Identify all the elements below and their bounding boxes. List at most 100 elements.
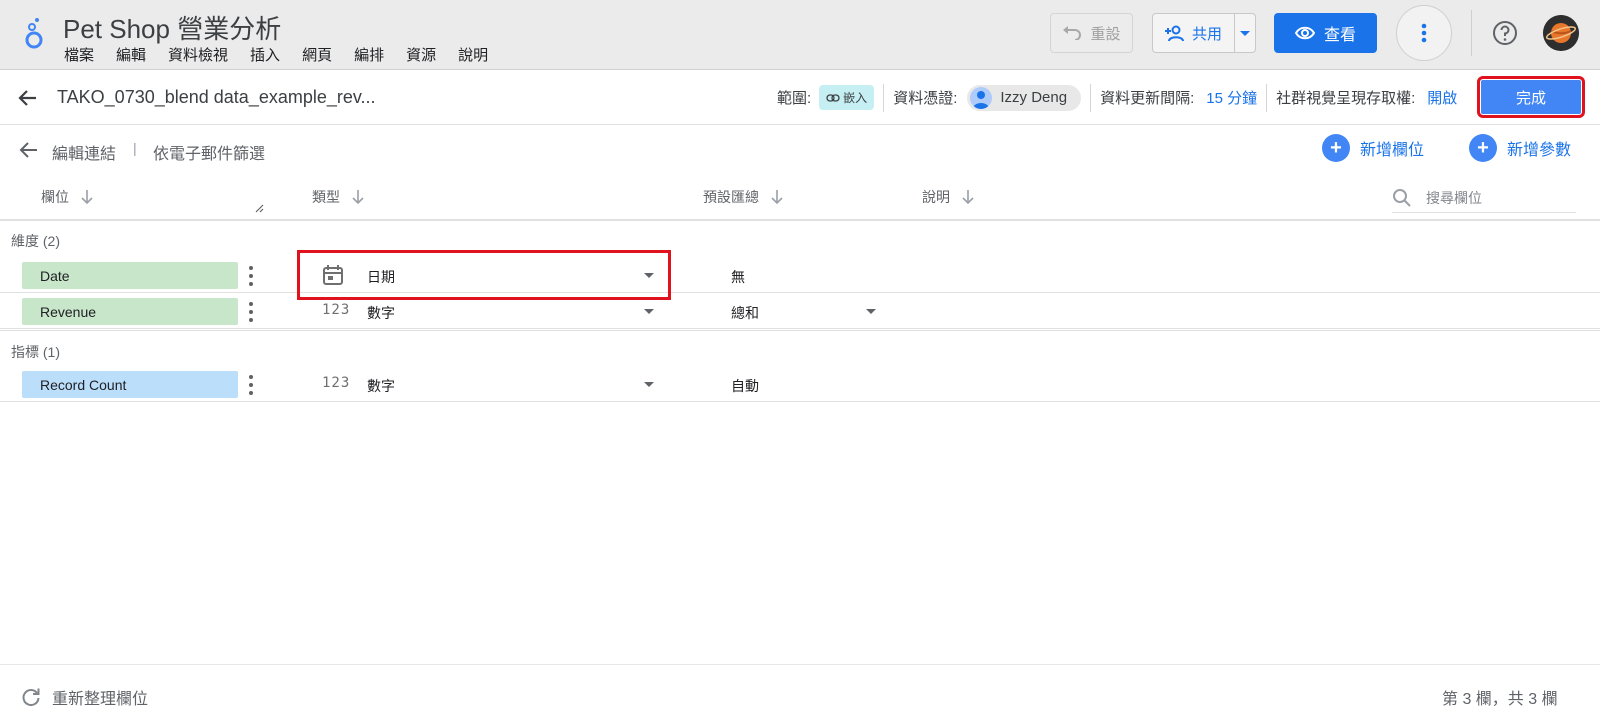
more-vert-icon[interactable] [248,302,254,322]
back-arrow-icon[interactable] [17,138,41,162]
scope-chip[interactable]: 嵌入 [819,85,875,110]
footer: 重新整理欄位 第 3 欄，共 3 欄 [0,664,1600,723]
planet-avatar-icon [1543,15,1579,51]
search-input[interactable]: 搜尋欄位 [1426,188,1482,208]
menu-item-arrange[interactable]: 編排 [354,44,384,65]
refresh-interval-value[interactable]: 15 分鐘 [1206,87,1257,108]
column-header-type-label: 類型 [312,189,340,205]
share-label: 共用 [1191,25,1222,43]
field-chip-record-count[interactable]: Record Count [22,371,238,398]
add-parameter-label: 新增參數 [1507,142,1572,159]
column-header-aggregation-label: 預設匯總 [703,189,759,205]
report-title[interactable]: Pet Shop 營業分析 [63,9,281,46]
share-dropdown[interactable] [1235,30,1255,36]
column-header-description-label: 說明 [922,189,950,205]
done-button[interactable]: 完成 [1477,76,1585,118]
filter-by-email-link[interactable]: 依電子郵件篩選 [153,140,265,164]
calendar-icon [323,265,343,285]
type-select-record-count[interactable]: 123 數字 [300,366,668,402]
aggregation-value: 自動 [731,378,759,394]
top-bar: Pet Shop 營業分析 檔案 編輯 資料檢視 插入 網頁 編排 資源 說明 … [0,0,1600,70]
table-row[interactable]: Date 日期 無 [0,250,1600,300]
refresh-fields-button[interactable]: 重新整理欄位 [21,685,148,709]
data-source-meta: 範圍: 嵌入 資料憑證: Izzy Deng 資料更新間隔: 15 分鐘 社群視… [777,70,1457,125]
refresh-icon [22,688,40,707]
share-button-group: 共用 [1152,13,1256,53]
chevron-down-icon [644,382,654,387]
chevron-down-icon [1240,30,1250,36]
arrow-down-icon [771,190,783,204]
arrow-down-icon [962,190,974,204]
share-button[interactable]: 共用 [1153,14,1235,52]
column-header-type[interactable]: 類型 [312,187,364,207]
menu-bar: 檔案 編輯 資料檢視 插入 網頁 編排 資源 說明 [64,44,510,65]
data-source-name[interactable]: TAKO_0730_blend data_example_rev... [57,87,376,108]
toolbar-divider [1471,10,1472,56]
search-icon [1393,188,1411,207]
menu-item-page[interactable]: 網頁 [302,44,332,65]
type-label: 日期 [367,269,395,285]
avatar[interactable] [1543,15,1579,51]
table-row[interactable]: Record Count 123 數字 自動 [0,366,1600,402]
more-options-button[interactable] [1396,5,1452,61]
help-icon[interactable] [1492,20,1518,46]
looker-studio-logo-icon[interactable] [22,16,48,50]
edit-connection-link[interactable]: 編輯連結 [52,140,116,164]
user-avatar-icon [970,86,993,109]
column-header-description[interactable]: 說明 [922,187,974,207]
chevron-down-icon [866,309,876,314]
view-label: 查看 [1323,27,1356,44]
view-button[interactable]: 查看 [1274,13,1377,53]
meta-divider [883,83,885,112]
type-label: 數字 [367,378,395,394]
field-chip-revenue[interactable]: Revenue [22,298,238,325]
undo-icon [1063,26,1082,40]
arrow-down-icon [352,190,364,204]
breadcrumb-separator: | [133,140,137,156]
meta-divider [1090,83,1092,112]
type-select-date[interactable]: 日期 [297,250,671,300]
reset-label: 重設 [1090,25,1121,43]
sub-bar: 編輯連結 | 依電子郵件篩選 + 新增欄位 + 新增參數 [0,126,1600,174]
back-arrow-icon[interactable] [16,86,40,110]
reset-button[interactable]: 重設 [1050,13,1133,53]
credential-user-name: Izzy Deng [1000,89,1068,106]
column-header-field[interactable]: 欄位 [41,187,93,207]
scope-chip-label: 嵌入 [843,91,868,105]
plus-icon: + [1469,134,1497,162]
menu-item-help[interactable]: 說明 [458,44,488,65]
column-header-row: 欄位 類型 預設匯總 說明 搜尋欄位 [0,178,1600,221]
column-header-aggregation[interactable]: 預設匯總 [703,187,783,207]
community-access-value[interactable]: 開啟 [1427,87,1457,108]
eye-icon [1294,26,1315,40]
field-chip-date[interactable]: Date [22,262,238,289]
type-select-revenue[interactable]: 123 數字 [300,293,668,329]
credential-user-chip[interactable]: Izzy Deng [967,84,1082,111]
number-type-icon: 123 [322,375,351,391]
menu-item-insert[interactable]: 插入 [250,44,280,65]
more-vert-icon[interactable] [248,375,254,395]
number-type-icon: 123 [322,302,351,318]
dimensions-section-label: 維度 (2) [11,233,60,249]
menu-item-file[interactable]: 檔案 [64,44,94,65]
refresh-fields-label: 重新整理欄位 [52,691,149,708]
field-search[interactable]: 搜尋欄位 [1392,183,1576,213]
aggregation-value: 總和 [731,305,759,321]
add-parameter-button[interactable]: + 新增參數 [1469,134,1571,162]
menu-item-view[interactable]: 資料檢視 [168,44,228,65]
more-vert-icon [1421,23,1427,43]
metrics-section-label: 指標 (1) [11,344,60,360]
aggregation-select-revenue[interactable]: 總和 [720,293,880,329]
more-vert-icon[interactable] [248,266,254,286]
menu-item-resource[interactable]: 資源 [406,44,436,65]
community-access-label: 社群視覺呈現存取權: [1276,90,1416,107]
refresh-interval-label: 資料更新間隔: [1100,90,1195,107]
scope-label: 範圍: [777,90,812,107]
menu-item-edit[interactable]: 編輯 [116,44,146,65]
column-resize-handle-icon[interactable] [254,203,264,213]
add-field-button[interactable]: + 新增欄位 [1322,134,1424,162]
aggregation-value: 無 [731,269,745,285]
table-row[interactable]: Revenue 123 數字 總和 [0,293,1600,329]
type-label: 數字 [367,305,395,321]
meta-divider [1266,83,1268,112]
